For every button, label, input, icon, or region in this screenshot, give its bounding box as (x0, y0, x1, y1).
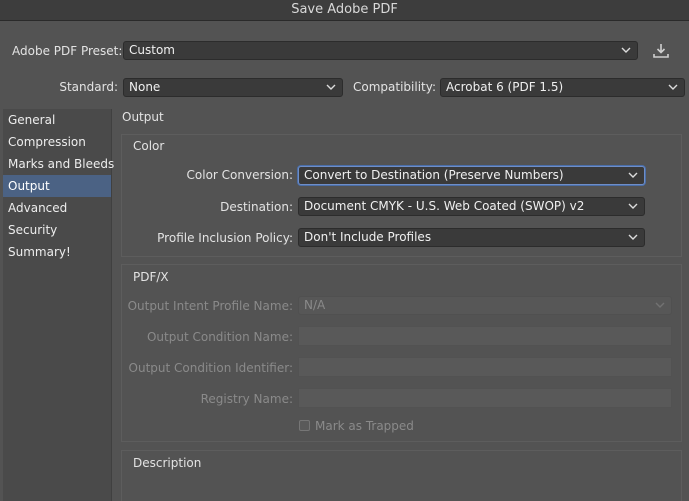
color-conversion-dropdown[interactable]: Convert to Destination (Preserve Numbers… (298, 166, 645, 185)
profile-inclusion-value: Don't Include Profiles (304, 230, 432, 244)
chevron-down-icon (628, 229, 640, 246)
destination-value: Document CMYK - U.S. Web Coated (SWOP) v… (304, 199, 585, 213)
sidebar-item-security[interactable]: Security (3, 219, 111, 241)
sidebar-item-general[interactable]: General (3, 109, 111, 131)
chevron-down-icon (621, 42, 633, 59)
registry-name-field[interactable] (298, 388, 672, 408)
section-title: Output (122, 110, 164, 124)
output-condition-identifier-field[interactable] (298, 357, 672, 377)
download-preset-icon[interactable] (651, 41, 671, 61)
compatibility-value: Acrobat 6 (PDF 1.5) (446, 80, 564, 94)
destination-dropdown[interactable]: Document CMYK - U.S. Web Coated (SWOP) v… (298, 197, 645, 216)
standard-dropdown[interactable]: None (123, 78, 343, 97)
sidebar-item-marks-and-bleeds[interactable]: Marks and Bleeds (3, 153, 114, 175)
preset-value: Custom (129, 43, 175, 57)
profile-inclusion-label: Profile Inclusion Policy: (157, 231, 293, 245)
compatibility-dropdown[interactable]: Acrobat 6 (PDF 1.5) (440, 78, 685, 97)
color-conversion-value: Convert to Destination (Preserve Numbers… (304, 168, 564, 182)
category-sidebar: General Compression Marks and Bleeds Out… (3, 109, 114, 501)
chevron-down-icon (326, 79, 338, 96)
pdfx-panel: PDF/X (121, 264, 682, 442)
color-panel-title: Color (133, 139, 165, 153)
preset-dropdown[interactable]: Custom (123, 41, 638, 60)
destination-label: Destination: (220, 200, 293, 214)
output-intent-value: N/A (304, 298, 326, 312)
chevron-down-icon (628, 167, 640, 184)
pdfx-panel-title: PDF/X (133, 270, 169, 284)
preset-label: Adobe PDF Preset: (12, 44, 123, 58)
mark-as-trapped-label: Mark as Trapped (315, 419, 414, 433)
mark-as-trapped-checkbox[interactable] (299, 420, 310, 431)
standard-label: Standard: (59, 80, 118, 94)
color-conversion-label: Color Conversion: (186, 168, 293, 182)
sidebar-item-compression[interactable]: Compression (3, 131, 111, 153)
output-condition-name-field[interactable] (298, 326, 672, 346)
output-intent-label: Output Intent Profile Name: (127, 299, 293, 313)
chevron-down-icon (655, 297, 667, 314)
sidebar-item-summary[interactable]: Summary! (3, 241, 111, 263)
profile-inclusion-dropdown[interactable]: Don't Include Profiles (298, 228, 645, 247)
chevron-down-icon (628, 198, 640, 215)
description-panel: Description (121, 450, 682, 501)
output-condition-name-label: Output Condition Name: (146, 330, 293, 344)
sidebar-item-output[interactable]: Output (3, 175, 111, 197)
chevron-down-icon (668, 79, 680, 96)
output-condition-identifier-label: Output Condition Identifier: (128, 361, 293, 375)
output-intent-dropdown[interactable]: N/A (298, 296, 672, 315)
compatibility-label: Compatibility: (352, 80, 436, 94)
window-title: Save Adobe PDF (0, 0, 689, 21)
standard-value: None (129, 80, 161, 94)
description-panel-title: Description (133, 456, 202, 470)
sidebar-item-advanced[interactable]: Advanced (3, 197, 111, 219)
registry-name-label: Registry Name: (200, 392, 293, 406)
